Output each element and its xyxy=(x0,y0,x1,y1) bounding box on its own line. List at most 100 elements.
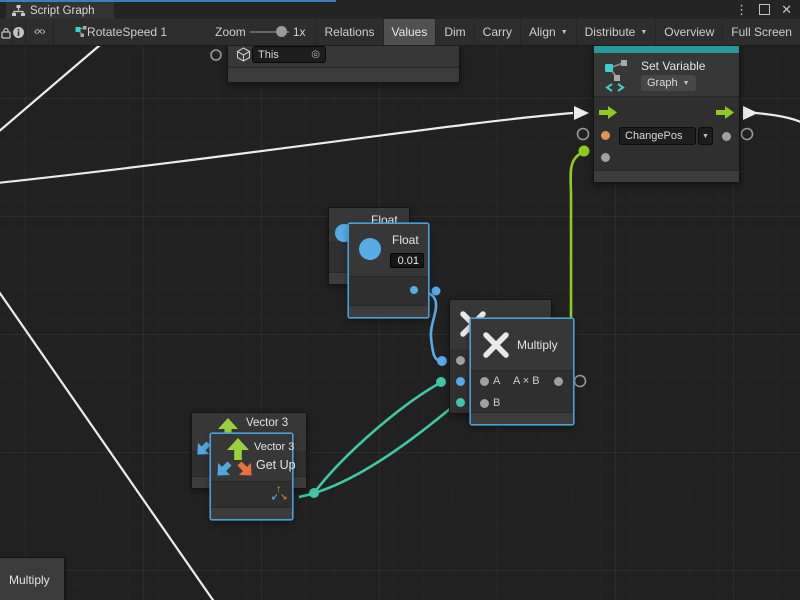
node-multiply-partial[interactable]: Multiply xyxy=(0,557,65,600)
mini-downleft-arrow-icon: ↙ xyxy=(271,492,279,502)
wire-into-set-variable[interactable] xyxy=(0,113,573,183)
toolbar-button-relations[interactable]: Relations xyxy=(316,19,383,45)
float-value: 0.01 xyxy=(398,255,419,267)
breadcrumb[interactable]: RotateSpeed 1 xyxy=(87,25,167,39)
info-button[interactable] xyxy=(12,19,25,45)
wire-start-blue[interactable] xyxy=(432,287,441,296)
chevron-down-icon: ▼ xyxy=(683,80,690,87)
toolbar-button-distribute[interactable]: Distribute▼ xyxy=(576,19,656,45)
node-this-footer xyxy=(228,67,459,82)
variable-name: ChangePos xyxy=(625,130,683,142)
wire-end-lime[interactable] xyxy=(579,146,590,157)
menu-icon[interactable]: ⋮ xyxy=(735,1,748,18)
multiply-label-b: B xyxy=(493,397,500,409)
vector3-output-port[interactable]: ↑ ↙ ↘ xyxy=(271,485,289,503)
port-ring-multiply-out xyxy=(575,376,586,387)
wire-vector-to-multiply-a[interactable] xyxy=(314,383,440,493)
vector3-downleft-arrow-icon xyxy=(215,461,232,478)
node-vector3-getup[interactable]: Vector 3 Get Up ↑ ↙ ↘ xyxy=(210,433,293,520)
variable-scope-dropdown[interactable]: Graph ▼ xyxy=(641,75,696,91)
port-ring-setvariable-left xyxy=(578,129,589,140)
node-float[interactable]: Float 0.01 xyxy=(348,223,429,318)
multiply-back-port-connected-vector[interactable] xyxy=(456,398,465,407)
tab-label: Script Graph xyxy=(30,5,95,17)
multiply-output-port[interactable] xyxy=(554,377,563,386)
tab-script-graph[interactable]: Script Graph xyxy=(6,2,114,19)
variable-name-port[interactable] xyxy=(601,131,610,140)
lock-button[interactable] xyxy=(0,19,12,45)
multiply-back-port-a[interactable] xyxy=(456,356,465,365)
variable-node-strip xyxy=(594,46,739,53)
toolbar-button-dim[interactable]: Dim xyxy=(435,19,473,45)
object-picker-icon[interactable]: ◎ xyxy=(311,49,320,60)
multiply-back-port-connected-float[interactable] xyxy=(456,377,465,386)
vector3-up-arrow-icon xyxy=(227,438,249,460)
float-value-input[interactable]: 0.01 xyxy=(390,253,424,268)
graph-breadcrumb-icon xyxy=(75,19,87,45)
toolbar-button-overview[interactable]: Overview xyxy=(655,19,722,45)
wire-end-teal[interactable] xyxy=(436,377,446,387)
toolbar-button-fullscreen[interactable]: Full Screen xyxy=(722,19,800,45)
vector3-subtitle: Get Up xyxy=(256,458,296,472)
wire-arrowhead-input xyxy=(574,106,589,120)
info-icon xyxy=(12,26,25,39)
node-set-variable[interactable]: Set Variable Graph ▼ ChangePos ▼ xyxy=(593,45,740,183)
float-output-port[interactable] xyxy=(410,286,418,294)
script-graph-icon xyxy=(12,5,25,16)
value-input-port[interactable] xyxy=(601,153,610,162)
tab-bar: Script Graph xyxy=(0,0,800,19)
zoom-value: 1x xyxy=(293,25,306,39)
set-variable-icon xyxy=(604,59,630,93)
multiply-label-a: A xyxy=(493,375,500,387)
flow-input-port[interactable] xyxy=(599,106,617,119)
node-multiply[interactable]: Multiply A A × B B xyxy=(470,318,574,425)
wire-arrowhead-output xyxy=(743,106,758,120)
this-object-field[interactable]: This ◎ xyxy=(252,46,326,63)
toolbar-button-values[interactable]: Values xyxy=(383,19,436,45)
multiply-port-b[interactable] xyxy=(480,399,489,408)
chevron-down-icon: ▼ xyxy=(702,133,709,140)
graph-toolbar: ‹×› RotateSpeed 1 Zoom 1x Relations Valu… xyxy=(0,19,800,46)
wire-multiply-to-setvariable[interactable] xyxy=(571,152,584,320)
multiply-label-axb: A × B xyxy=(513,375,540,387)
wire-white-topleft[interactable] xyxy=(0,45,100,133)
variable-dropdown-button[interactable]: ▼ xyxy=(698,127,713,145)
close-icon[interactable]: ✕ xyxy=(781,1,792,18)
chevron-down-icon: ▼ xyxy=(640,29,647,36)
zoom-slider[interactable] xyxy=(250,31,289,33)
port-ring-setvariable-right xyxy=(742,129,753,140)
wire-white-bottomleft[interactable] xyxy=(0,289,215,600)
code-view-button[interactable]: ‹×› xyxy=(26,19,53,45)
multiply-icon xyxy=(481,330,511,360)
lock-icon xyxy=(0,26,12,39)
script-graph-window: This ◎ Set Variable Graph ▼ Cha xyxy=(0,0,800,600)
zoom-slider-handle[interactable] xyxy=(276,26,287,37)
set-variable-title: Set Variable xyxy=(641,59,705,73)
vector3-downright-arrow-icon xyxy=(237,461,254,478)
float-title: Float xyxy=(392,233,419,247)
cube-icon xyxy=(236,47,251,62)
port-ring-this xyxy=(211,50,221,60)
variable-name-dropdown[interactable]: ChangePos xyxy=(619,127,696,145)
toolbar-button-carry[interactable]: Carry xyxy=(474,19,520,45)
code-view-icon: ‹×› xyxy=(34,26,45,38)
wire-out-of-set-variable[interactable] xyxy=(756,113,800,123)
wire-end-blue[interactable] xyxy=(437,356,447,366)
flow-output-port[interactable] xyxy=(716,106,734,119)
this-field-value: This xyxy=(258,49,279,61)
toolbar-button-align[interactable]: Align▼ xyxy=(520,19,576,45)
multiply-port-a[interactable] xyxy=(480,377,489,386)
set-variable-output-port[interactable] xyxy=(722,132,731,141)
scope-label: Graph xyxy=(647,77,678,89)
vector3-downleft-arrow-icon xyxy=(195,441,211,457)
multiply-partial-title: Multiply xyxy=(9,573,50,587)
zoom-label: Zoom xyxy=(215,25,246,39)
vector3-back-title: Vector 3 xyxy=(246,417,288,429)
node-this[interactable]: This ◎ xyxy=(227,40,460,83)
chevron-down-icon: ▼ xyxy=(561,29,568,36)
maximize-icon[interactable] xyxy=(759,4,770,15)
float-icon xyxy=(359,238,381,260)
vector3-footer xyxy=(211,507,292,519)
vector3-title: Vector 3 xyxy=(254,441,294,453)
multiply-title: Multiply xyxy=(517,338,558,352)
